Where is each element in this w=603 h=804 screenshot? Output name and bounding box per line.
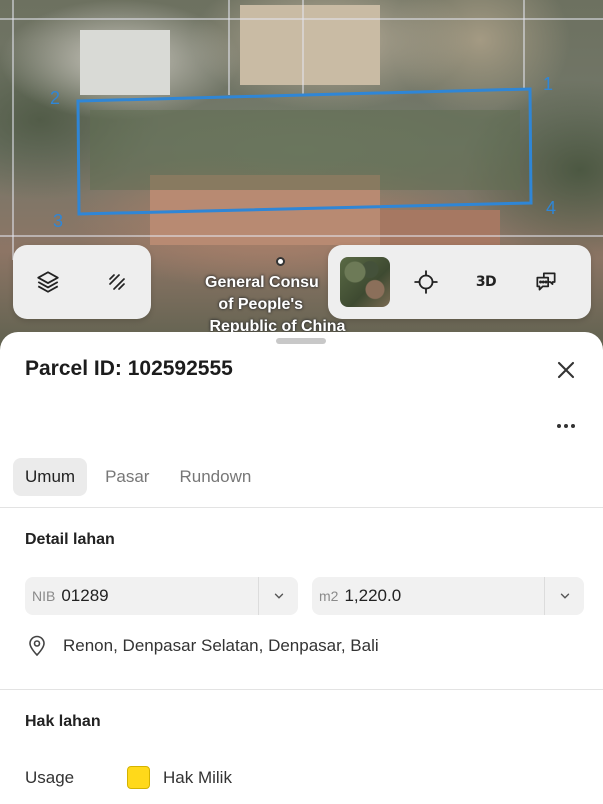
more-dot	[571, 424, 575, 428]
area-value: 1,220.0	[344, 586, 402, 605]
close-button[interactable]	[552, 356, 580, 384]
poi-label[interactable]: General Consu of People's Republic of Ch…	[205, 272, 345, 338]
measure-button[interactable]	[95, 260, 139, 304]
vertex-label: 2	[50, 88, 61, 108]
more-options-button[interactable]	[552, 414, 580, 438]
layers-icon	[36, 271, 59, 293]
chat-bubble-icon	[536, 272, 556, 291]
address-row: Renon, Denpasar Selatan, Denpasar, Bali	[25, 634, 379, 658]
close-icon	[557, 361, 575, 379]
usage-value: Hak Milik	[163, 768, 232, 787]
tab-pasar[interactable]: Pasar	[93, 458, 161, 496]
area-dropdown-toggle[interactable]	[544, 577, 584, 615]
crosshair-icon	[414, 270, 438, 294]
vertex-label: 4	[546, 198, 557, 218]
locate-button[interactable]	[404, 260, 448, 304]
divider	[0, 689, 603, 690]
area-field[interactable]: m2 1,220.0	[312, 577, 584, 615]
chevron-down-icon	[560, 593, 569, 599]
area-unit: m2	[319, 588, 339, 604]
ruler-icon	[108, 274, 125, 290]
location-pin-icon	[29, 635, 45, 657]
map-tools-left	[13, 245, 151, 319]
rights-section-title: Hak lahan	[25, 713, 101, 730]
chevron-down-icon	[274, 593, 283, 599]
vertex-label: 3	[53, 211, 64, 231]
detail-section-title: Detail lahan	[25, 531, 115, 548]
poi-marker[interactable]	[276, 257, 285, 266]
basemap-thumbnail[interactable]	[340, 257, 390, 307]
divider	[0, 507, 603, 508]
address-text: Renon, Denpasar Selatan, Denpasar, Bali	[63, 636, 379, 655]
layers-button[interactable]	[26, 260, 70, 304]
3d-toggle-button[interactable]: 3D	[464, 260, 508, 304]
parcel-detail-sheet	[0, 332, 603, 804]
feedback-button[interactable]	[524, 260, 568, 304]
map-tools-right: 3D	[328, 245, 591, 319]
more-dots-icon	[557, 424, 561, 428]
nib-field[interactable]: NIB 01289	[25, 577, 298, 615]
more-dot	[564, 424, 568, 428]
3d-label: 3D	[475, 274, 497, 290]
sheet-drag-handle[interactable]	[276, 338, 326, 344]
vertex-label: 1	[543, 74, 554, 94]
parcel-title: Parcel ID: 102592555	[25, 357, 233, 380]
tab-umum[interactable]: Umum	[13, 458, 88, 496]
nib-prefix: NIB	[32, 588, 56, 604]
nib-value: 01289	[61, 586, 109, 605]
tab-rundown[interactable]: Rundown	[167, 458, 263, 496]
nib-dropdown-toggle[interactable]	[258, 577, 298, 615]
tab-bar: Umum Pasar Rundown	[13, 458, 263, 496]
usage-color-swatch	[127, 766, 150, 789]
usage-label: Usage	[25, 768, 75, 787]
